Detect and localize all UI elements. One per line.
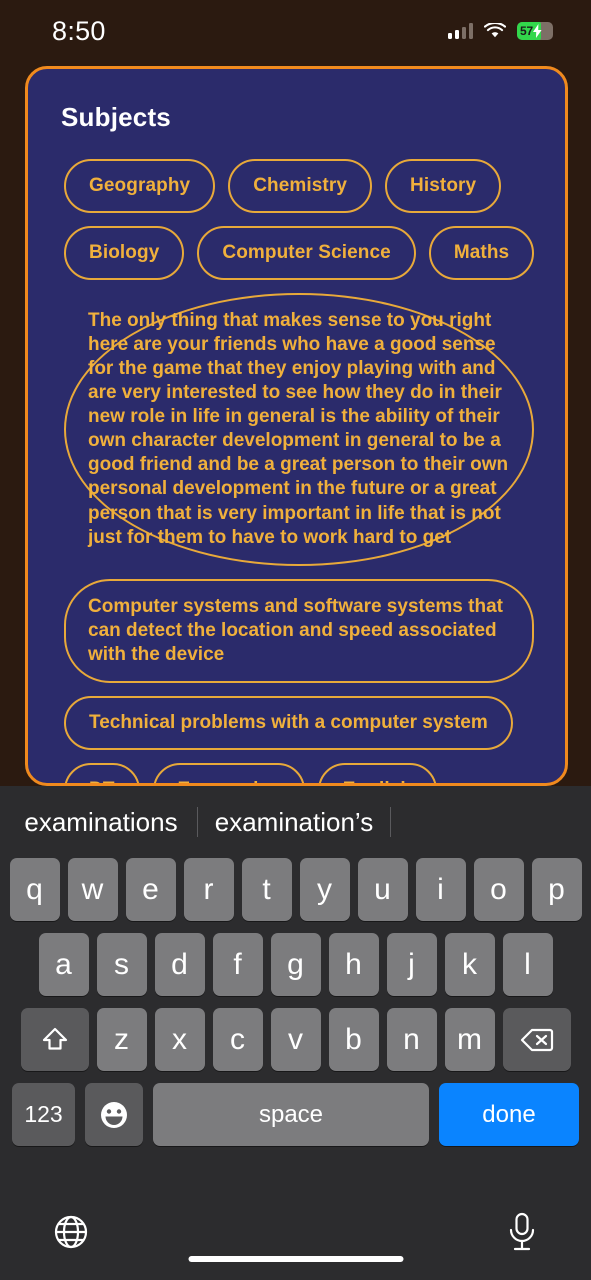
microphone-icon: [509, 1212, 535, 1251]
emoji-icon: [101, 1101, 127, 1128]
keyboard-bottom-bar: [0, 1184, 591, 1280]
subject-chip-list: Geography Chemistry History Biology Comp…: [40, 159, 553, 783]
key-g[interactable]: g: [270, 933, 321, 996]
subject-chip-economics[interactable]: Economics: [152, 762, 305, 783]
cellular-signal-icon: [447, 23, 473, 39]
key-v[interactable]: v: [270, 1008, 321, 1071]
keyboard-row-4: 123 space done: [4, 1083, 587, 1146]
key-f[interactable]: f: [212, 933, 263, 996]
wifi-icon: [484, 23, 506, 39]
subject-chip-maths[interactable]: Maths: [428, 225, 535, 280]
subject-chip-english[interactable]: English: [317, 762, 438, 783]
suggestion-divider: [390, 807, 391, 837]
chip-row-1: Geography Chemistry History: [40, 159, 553, 213]
keyboard-row-3: z x c v b n m: [4, 1008, 587, 1071]
globe-icon: [54, 1215, 88, 1249]
backspace-icon: [520, 1028, 553, 1051]
key-j[interactable]: j: [386, 933, 437, 996]
key-b[interactable]: b: [328, 1008, 379, 1071]
suggestion-bar: examinations examination’s: [0, 786, 591, 858]
subject-chip-long-paragraph[interactable]: The only thing that makes sense to you r…: [64, 292, 534, 566]
battery-charging-icon: 57: [517, 22, 553, 40]
subject-chip-biology[interactable]: Biology: [64, 225, 185, 280]
key-q[interactable]: q: [9, 858, 60, 921]
key-x[interactable]: x: [154, 1008, 205, 1071]
dictation-key[interactable]: [505, 1211, 539, 1253]
space-key[interactable]: space: [153, 1083, 429, 1146]
key-o[interactable]: o: [473, 858, 524, 921]
subjects-card: Subjects Geography Chemistry History Bio…: [25, 66, 568, 786]
status-bar: 8:50 57: [0, 0, 591, 62]
chip-row-2: Biology Computer Science Maths: [40, 225, 553, 280]
key-z[interactable]: z: [96, 1008, 147, 1071]
key-a[interactable]: a: [38, 933, 89, 996]
phone-screen: 8:50 57 Subjects Geography Chemistry His…: [0, 0, 591, 1280]
globe-key[interactable]: [52, 1213, 90, 1251]
key-l[interactable]: l: [502, 933, 553, 996]
subject-chip-history[interactable]: History: [385, 159, 502, 213]
subject-chip-computer-systems[interactable]: Computer systems and software systems th…: [64, 578, 534, 684]
home-indicator: [188, 1256, 403, 1262]
key-m[interactable]: m: [444, 1008, 495, 1071]
subject-chip-chemistry[interactable]: Chemistry: [228, 159, 373, 213]
on-screen-keyboard: examinations examination’s q w e r t y u…: [0, 786, 591, 1280]
chip-row-bottom: DT Economics English: [40, 762, 553, 783]
keyboard-row-1: q w e r t y u i o p: [4, 858, 587, 921]
key-s[interactable]: s: [96, 933, 147, 996]
key-k[interactable]: k: [444, 933, 495, 996]
shift-key[interactable]: [20, 1008, 89, 1071]
subject-chip-technical-problems[interactable]: Technical problems with a computer syste…: [64, 696, 513, 750]
subject-chip-dt[interactable]: DT: [64, 762, 140, 783]
key-e[interactable]: e: [125, 858, 176, 921]
keyboard-rows: q w e r t y u i o p a s d f g h j k l z …: [0, 858, 591, 1146]
key-d[interactable]: d: [154, 933, 205, 996]
key-t[interactable]: t: [241, 858, 292, 921]
key-h[interactable]: h: [328, 933, 379, 996]
numeric-key[interactable]: 123: [12, 1083, 75, 1146]
suggestion-item-2[interactable]: examination’s: [198, 807, 390, 838]
status-clock: 8:50: [52, 15, 106, 46]
key-u[interactable]: u: [357, 858, 408, 921]
key-i[interactable]: i: [415, 858, 466, 921]
keyboard-row-2: a s d f g h j k l: [4, 933, 587, 996]
status-indicators: 57: [447, 22, 553, 40]
subject-chip-geography[interactable]: Geography: [64, 159, 216, 213]
key-n[interactable]: n: [386, 1008, 437, 1071]
page-title: Subjects: [61, 102, 171, 132]
subject-chip-computer-science[interactable]: Computer Science: [197, 225, 416, 280]
backspace-key[interactable]: [502, 1008, 571, 1071]
charging-bolt-icon: [532, 24, 543, 38]
key-r[interactable]: r: [183, 858, 234, 921]
key-w[interactable]: w: [67, 858, 118, 921]
shift-icon: [42, 1027, 67, 1050]
key-p[interactable]: p: [531, 858, 582, 921]
done-key[interactable]: done: [439, 1083, 579, 1146]
key-y[interactable]: y: [299, 858, 350, 921]
emoji-key[interactable]: [85, 1083, 143, 1146]
suggestion-item-1[interactable]: examinations: [5, 807, 197, 838]
key-c[interactable]: c: [212, 1008, 263, 1071]
